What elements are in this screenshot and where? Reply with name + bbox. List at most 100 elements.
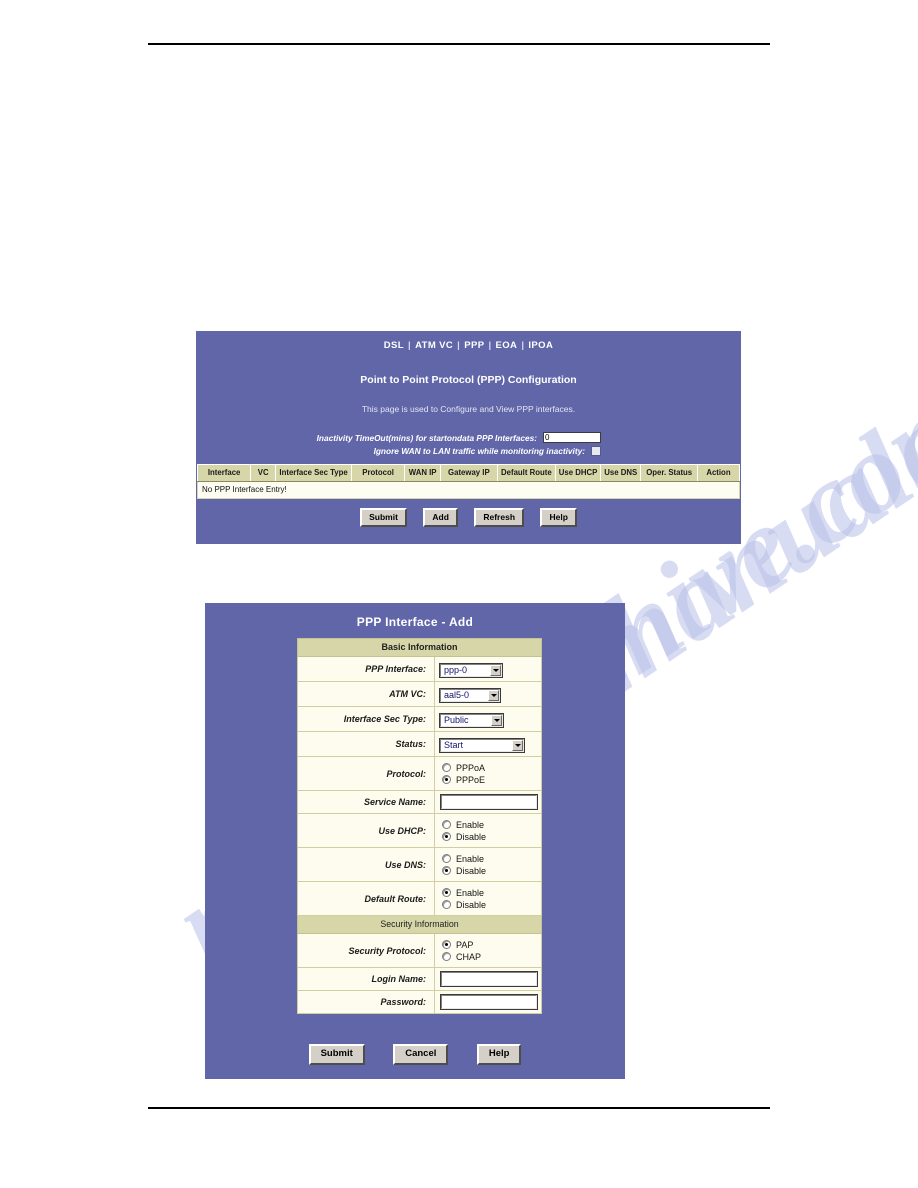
column-header-interface: Interface [196,464,252,482]
chevron-down-icon [488,689,499,701]
password-input[interactable] [440,994,538,1010]
add-panel-title: PPP Interface - Add [356,615,474,629]
table-header-row: Interface VC Interface Sec Type Protocol… [196,464,741,482]
radio-use-dhcp-disable[interactable] [442,832,451,841]
use-dns-option-label: Disable [456,865,487,876]
form-row-use-dns: Use DNS: Enable Disable [297,847,542,882]
status-value-cell: Start [434,731,542,757]
nav-link-dsl[interactable]: DSL [384,340,404,351]
radio-pppoa[interactable] [442,763,451,772]
form-row-default-route: Default Route: Enable Disable [297,881,542,916]
column-header-vc: VC [250,464,277,482]
section-header-basic-information: Basic Information [297,638,542,657]
service-name-value-cell [434,790,542,814]
ppp-interface-label: PPP Interface: [297,656,435,682]
use-dns-option-disable[interactable]: Disable [442,865,537,876]
column-header-wan-ip: WAN IP [404,464,442,482]
form-row-use-dhcp: Use DHCP: Enable Disable [297,813,542,848]
inactivity-timeout-row: Inactivity TimeOut(mins) for startondata… [196,431,741,444]
ignore-wan-lan-checkbox[interactable] [591,445,601,456]
section-label: Security Information [297,915,542,934]
column-header-use-dhcp: Use DHCP [555,464,601,482]
section-label: Basic Information [297,638,542,657]
service-name-input[interactable] [440,794,538,810]
interface-sec-type-selected-text: Public [444,715,469,725]
security-protocol-option-label: CHAP [456,951,482,962]
use-dhcp-option-disable[interactable]: Disable [442,831,537,842]
nav-links: DSL | ATM VC | PPP | EOA | IPOA [196,331,741,351]
default-route-value-cell: Enable Disable [434,881,542,916]
atm-vc-value-cell: aal5-0 [434,681,542,707]
protocol-option-pppoa[interactable]: PPPoA [442,762,537,773]
login-name-input[interactable] [440,971,538,987]
cancel-button[interactable]: Cancel [393,1044,449,1065]
use-dhcp-label: Use DHCP: [297,813,435,848]
inactivity-settings: Inactivity TimeOut(mins) for startondata… [196,431,741,457]
column-header-default-route: Default Route [496,464,557,482]
default-route-option-label: Enable [456,887,485,898]
add-button[interactable]: Add [423,508,458,527]
security-protocol-option-pap[interactable]: PAP [442,939,537,950]
protocol-option-pppoe[interactable]: PPPoE [442,774,537,785]
atm-vc-label: ATM VC: [297,681,435,707]
radio-use-dhcp-enable[interactable] [442,820,451,829]
use-dhcp-option-label: Enable [456,819,485,830]
help-button[interactable]: Help [540,508,577,527]
column-header-oper-status: Oper. Status [640,464,698,482]
interface-sec-type-value-cell: Public [434,706,542,732]
ppp-configuration-panel: DSL | ATM VC | PPP | EOA | IPOA Point to Point P… [196,331,741,544]
radio-use-dns-disable[interactable] [442,866,451,875]
default-route-option-enable[interactable]: Enable [442,887,537,898]
use-dns-option-enable[interactable]: Enable [442,853,537,864]
column-header-action: Action [696,464,741,482]
security-protocol-radio-group: PAP CHAP [440,937,537,964]
submit-button[interactable]: Submit [308,1044,365,1065]
nav-link-ipoa[interactable]: IPOA [528,340,553,351]
interface-sec-type-label: Interface Sec Type: [297,706,435,732]
protocol-radio-group: PPPoA PPPoE [440,760,537,787]
add-panel-button-row: Submit Cancel Help [205,1043,625,1065]
ppp-interface-value-cell: ppp-0 [434,656,542,682]
atm-vc-select[interactable]: aal5-0 [439,687,501,703]
interface-sec-type-select[interactable]: Public [439,712,504,728]
protocol-label: Protocol: [297,756,435,791]
ignore-wan-lan-row: Ignore WAN to LAN traffic while monitori… [196,444,741,457]
chevron-down-icon [512,739,523,751]
default-route-radio-group: Enable Disable [440,885,537,912]
password-label: Password: [297,990,435,1014]
page-footer-rule [148,1107,770,1109]
radio-pap[interactable] [442,940,451,949]
refresh-button[interactable]: Refresh [474,508,525,527]
radio-pppoe[interactable] [442,775,451,784]
inactivity-timeout-label: Inactivity TimeOut(mins) for startondata… [316,432,537,443]
ppp-interface-table: Interface VC Interface Sec Type Protocol… [196,464,741,499]
security-protocol-option-chap[interactable]: CHAP [442,951,537,962]
radio-default-route-disable[interactable] [442,900,451,909]
nav-link-ppp[interactable]: PPP [464,340,484,351]
status-select[interactable]: Start [439,737,525,753]
status-label: Status: [297,731,435,757]
nav-separator: | [488,340,492,351]
radio-chap[interactable] [442,952,451,961]
nav-link-eoa[interactable]: EOA [496,340,518,351]
column-header-interface-sec-type: Interface Sec Type [275,464,353,482]
use-dhcp-radio-group: Enable Disable [440,817,537,844]
protocol-option-label: PPPoE [456,774,486,785]
ppp-interface-select[interactable]: ppp-0 [439,662,503,678]
ppp-add-form: Basic Information PPP Interface: ppp-0 A… [297,638,542,1014]
use-dns-value-cell: Enable Disable [434,847,542,882]
submit-button[interactable]: Submit [360,508,407,527]
radio-use-dns-enable[interactable] [442,854,451,863]
use-dhcp-option-enable[interactable]: Enable [442,819,537,830]
login-name-value-cell [434,967,542,991]
radio-default-route-enable[interactable] [442,888,451,897]
inactivity-timeout-input[interactable] [543,432,601,443]
nav-link-atm-vc[interactable]: ATM VC [415,340,453,351]
column-header-protocol: Protocol [351,464,406,482]
help-button[interactable]: Help [476,1044,522,1065]
use-dns-radio-group: Enable Disable [440,851,537,878]
form-row-service-name: Service Name: [297,790,542,814]
default-route-option-disable[interactable]: Disable [442,899,537,910]
form-row-atm-vc: ATM VC: aal5-0 [297,681,542,707]
protocol-option-label: PPPoA [456,762,486,773]
